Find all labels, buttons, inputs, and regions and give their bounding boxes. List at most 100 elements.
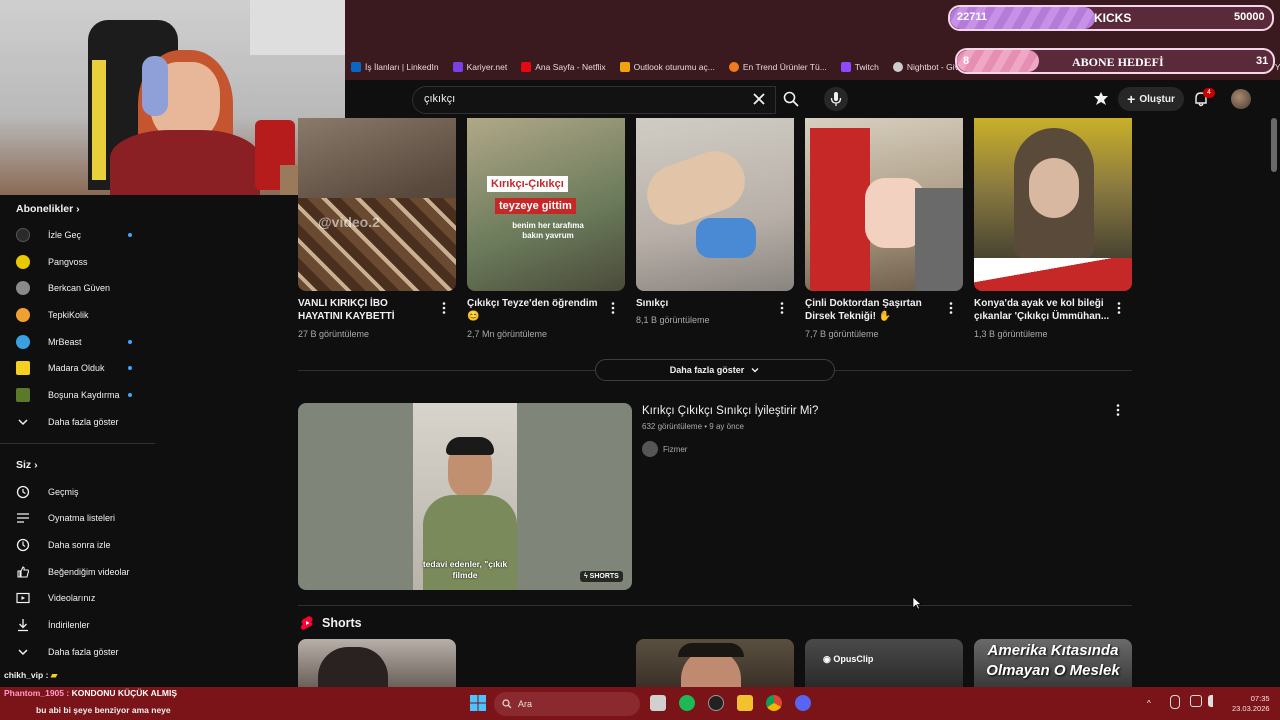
short-card[interactable]: ◉ OpusClip (805, 639, 963, 687)
chevron-down-icon (18, 649, 28, 656)
sidebar-item-playlists[interactable]: Oynatma listeleri (16, 508, 146, 528)
sidebar-item-liked-videos[interactable]: Beğendiğim videolar (16, 562, 146, 582)
sidebar-divider (0, 443, 155, 444)
sidebar-item-berkcan-guven[interactable]: Berkcan Güven (16, 278, 146, 298)
result-thumbnail[interactable]: tedavi edenler, "çıkık filmde ϟ SHORTS (298, 403, 632, 590)
video-card[interactable] (636, 118, 794, 291)
more-vert-icon[interactable] (1116, 301, 1122, 315)
sidebar-show-more-you[interactable]: Daha fazla göster (16, 642, 146, 662)
channel-name[interactable]: Fizmer (663, 445, 687, 454)
sidebar-item-history[interactable]: Geçmiş (16, 482, 146, 502)
video-title[interactable]: Sınıkçı (636, 297, 776, 310)
taskbar-clock[interactable]: 07:35 23.03.2026 (1232, 694, 1270, 714)
more-vert-icon[interactable] (610, 301, 616, 315)
channel-avatar-icon (16, 228, 30, 242)
video-thumbnail[interactable] (636, 118, 794, 291)
video-title[interactable]: Çinli Doktordan Şaşırtan Dirsek Tekniği! … (805, 297, 945, 323)
netflix-icon (521, 62, 532, 72)
sidebar-item-mrbeast[interactable]: MrBeast (16, 332, 146, 352)
obs-icon[interactable] (708, 695, 724, 711)
clock-date: 23.03.2026 (1232, 704, 1270, 713)
bookmark-netflix[interactable]: Ana Sayfa - Netflix (521, 62, 606, 72)
mouse-cursor-icon (912, 596, 922, 610)
sidebar-item-madara-olduk[interactable]: Madara Olduk (16, 358, 146, 378)
you-heading-label: Siz (16, 459, 32, 471)
windows-start-icon[interactable] (470, 695, 486, 711)
tray-chevron-icon[interactable]: ^ (1147, 699, 1157, 708)
chat-message: chikh_vip : ▰ (4, 670, 57, 681)
voice-search-button[interactable] (824, 87, 848, 111)
kicks-target: 50000 (1234, 11, 1265, 23)
kicks-current: 22711 (957, 11, 987, 23)
divider (298, 605, 1132, 606)
more-vert-icon[interactable] (779, 301, 785, 315)
video-card[interactable] (805, 118, 963, 291)
microphone-tray-icon[interactable] (1170, 695, 1180, 709)
sidebar-item-your-videos[interactable]: Videolarınız (16, 588, 146, 608)
search-input[interactable] (412, 86, 776, 114)
video-thumbnail[interactable]: Kırıkçı-Çıkıkçı teyzeye gittim benim her… (467, 118, 625, 291)
search-icon[interactable] (782, 90, 800, 108)
video-title[interactable]: Konya'da ayak ve kol bileği çıkanlar 'Çık… (974, 297, 1114, 323)
volume-icon[interactable] (1208, 695, 1220, 707)
channel-avatar-icon (16, 308, 30, 322)
more-vert-icon[interactable] (948, 301, 954, 315)
search-icon (502, 699, 512, 709)
sidebar-item-bosuna-kaydirma[interactable]: Boşuna Kaydırma (16, 385, 146, 405)
bookmark-label: En Trend Ürünler Tü... (742, 62, 827, 72)
bookmark-twitch[interactable]: Twitch (840, 62, 879, 72)
short-overlay-text: Amerika Kıtasında Olmayan O Meslek (974, 641, 1132, 681)
sidebar-item-tepkikolik[interactable]: TepkiKolik (16, 305, 146, 325)
create-button[interactable]: + Oluştur (1118, 87, 1184, 111)
watermark-label: OpusClip (833, 654, 874, 664)
show-more-button[interactable]: Daha fazla göster (595, 359, 835, 381)
subscriptions-heading[interactable]: Abonelikler › (16, 203, 80, 215)
channel-avatar-icon (16, 335, 30, 349)
taskbar-search[interactable]: Ara (494, 692, 640, 716)
bookmark-linkedin[interactable]: İş İlanları | LinkedIn (351, 62, 439, 72)
sidebar-item-label: Daha sonra izle (48, 540, 111, 550)
video-thumbnail[interactable]: @video.2 (298, 118, 456, 291)
result-title[interactable]: Kırıkçı Çıkıkçı Sınıkçı İyileştirir Mi? (642, 405, 818, 417)
video-card[interactable]: @video.2 (298, 118, 456, 291)
chevron-right-icon: › (34, 459, 38, 471)
task-view-icon[interactable] (650, 695, 666, 711)
video-views: 7,7 B görüntüleme (805, 329, 879, 339)
display-tray-icon[interactable] (1190, 695, 1202, 707)
video-card[interactable]: Kırıkçı-Çıkıkçı teyzeye gittim benim her… (467, 118, 625, 291)
file-explorer-icon[interactable] (737, 695, 753, 711)
sidebar-item-watch-later[interactable]: Daha sonra izle (16, 535, 146, 555)
video-thumbnail[interactable] (974, 118, 1132, 291)
bookmark-outlook[interactable]: Outlook oturumu aç... (619, 62, 715, 72)
bookmark-trendyol[interactable]: En Trend Ürünler Tü... (728, 62, 827, 72)
new-content-dot (128, 340, 132, 344)
discord-icon[interactable] (795, 695, 811, 711)
sidebar-item-izle-gec[interactable]: İzle Geç (16, 225, 146, 245)
studio-icon[interactable] (1092, 90, 1110, 108)
shorts-badge: ϟ SHORTS (580, 571, 623, 582)
short-overlay-line: Olmayan O Meslek (986, 662, 1120, 679)
video-title[interactable]: Çıkıkçı Teyze'den öğrendim 😊 (467, 297, 607, 323)
you-heading[interactable]: Siz › (16, 459, 38, 471)
bookmark-kariyer[interactable]: Kariyer.net (452, 62, 507, 72)
short-card[interactable]: Amerika Kıtasında Olmayan O Meslek (974, 639, 1132, 687)
video-card[interactable] (974, 118, 1132, 291)
chrome-icon[interactable] (766, 695, 782, 711)
account-avatar[interactable] (1231, 89, 1251, 109)
sidebar-show-more-subscriptions[interactable]: Daha fazla göster (16, 412, 146, 432)
short-card[interactable] (636, 639, 794, 687)
more-vert-icon[interactable] (1115, 403, 1121, 417)
linkedin-icon (351, 62, 361, 72)
video-thumbnail[interactable] (805, 118, 963, 291)
chat-user: chikh_vip : (4, 670, 49, 680)
scrollbar-thumb[interactable] (1271, 118, 1277, 172)
sidebar-item-downloads[interactable]: İndirilenler (16, 615, 146, 635)
channel-avatar-icon (16, 255, 30, 269)
more-vert-icon[interactable] (441, 301, 447, 315)
channel-avatar[interactable] (642, 441, 658, 457)
video-title[interactable]: VANLI KIRIKÇI İBO HAYATINI KAYBETTİ (298, 297, 438, 323)
spotify-icon[interactable] (679, 695, 695, 711)
sidebar-item-pangvoss[interactable]: Pangvoss (16, 252, 146, 272)
create-label: Oluştur (1139, 93, 1175, 105)
clear-search-icon[interactable] (750, 90, 768, 108)
